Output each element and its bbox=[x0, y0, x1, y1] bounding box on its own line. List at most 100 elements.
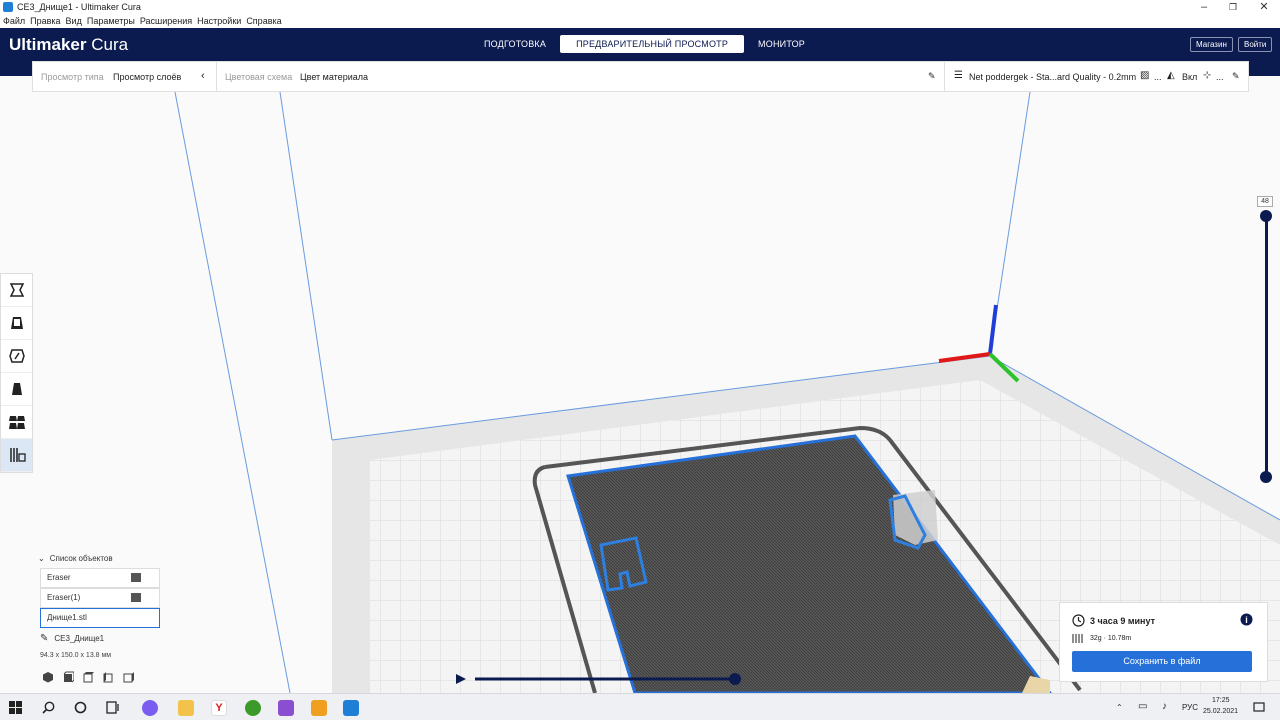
model-dimensions: 94.3 x 150.0 x 13.8 мм bbox=[40, 652, 112, 659]
layer-slider-bottom-handle[interactable] bbox=[1260, 471, 1272, 483]
simulation-controls bbox=[456, 673, 741, 685]
front-view-icon[interactable] bbox=[62, 671, 74, 683]
profile-list-icon: ☰ bbox=[954, 70, 963, 81]
notifications-icon[interactable] bbox=[1253, 702, 1265, 713]
camera-view-buttons bbox=[42, 671, 134, 683]
list-item[interactable]: Eraser(1) bbox=[40, 588, 160, 608]
mirror-tool-button[interactable] bbox=[1, 373, 32, 406]
path-slider-track[interactable] bbox=[475, 677, 737, 681]
menu-preferences[interactable]: Настройки bbox=[197, 14, 241, 28]
print-profile-selector[interactable]: Net poddergek - Sta...ard Quality - 0.2m… bbox=[969, 72, 1136, 82]
play-icon[interactable] bbox=[456, 674, 466, 684]
edit-pencil-icon[interactable]: ✎ bbox=[40, 633, 48, 644]
support-blocker-button[interactable] bbox=[1, 439, 32, 472]
move-tool-button[interactable] bbox=[1, 274, 32, 307]
network-icon[interactable]: ▭ bbox=[1138, 701, 1147, 712]
tab-prepare[interactable]: ПОДГОТОВКА bbox=[470, 35, 560, 53]
sign-in-button[interactable]: Войти bbox=[1238, 37, 1273, 52]
layer-slider-top-handle[interactable] bbox=[1260, 210, 1272, 222]
print-summary-panel: 3 часа 9 минут i 32g · 10.78m Сохранить … bbox=[1059, 602, 1268, 682]
support-blocker-mesh-icon bbox=[131, 593, 141, 602]
adhesion-value: ... bbox=[1216, 72, 1224, 82]
close-button[interactable]: ✕ bbox=[1249, 0, 1279, 14]
support-blocker-mesh-icon bbox=[131, 573, 141, 582]
utorrent-icon[interactable] bbox=[245, 700, 261, 716]
window-title: CE3_Днище1 - Ultimaker Cura bbox=[17, 2, 141, 12]
windows-taskbar: Y ⌃ ▭ ♪ РУС 17:25 25.02.2021 bbox=[0, 693, 1280, 720]
print-time: 3 часа 9 минут bbox=[1090, 616, 1156, 626]
yandex-browser-icon[interactable]: Y bbox=[211, 700, 227, 716]
move-icon bbox=[9, 283, 24, 297]
info-icon[interactable]: i bbox=[1240, 613, 1253, 626]
messenger-icon[interactable] bbox=[278, 700, 294, 716]
tab-preview[interactable]: ПРЕДВАРИТЕЛЬНЫЙ ПРОСМОТР bbox=[560, 35, 745, 53]
clock-time[interactable]: 17:25 bbox=[1212, 697, 1230, 704]
stage-tabs: ПОДГОТОВКА ПРЕДВАРИТЕЛЬНЫЙ ПРОСМОТР МОНИ… bbox=[470, 35, 819, 53]
clock-icon bbox=[1072, 614, 1085, 627]
per-model-settings-icon bbox=[8, 416, 25, 429]
rotate-tool-button[interactable] bbox=[1, 340, 32, 373]
right-view-icon[interactable] bbox=[122, 671, 134, 683]
menu-extensions[interactable]: Расширения bbox=[140, 14, 192, 28]
minimize-button[interactable]: – bbox=[1189, 0, 1219, 14]
z-axis-indicator bbox=[988, 304, 998, 355]
material-usage: 32g · 10.78m bbox=[1090, 635, 1132, 642]
list-item[interactable]: Eraser bbox=[40, 568, 160, 588]
menu-view[interactable]: Вид bbox=[66, 14, 82, 28]
menu-bar: Файл Правка Вид Параметры Расширения Нас… bbox=[0, 14, 1280, 28]
chevron-down-icon: ⌄ bbox=[38, 554, 45, 563]
build-volume-edge bbox=[279, 92, 333, 441]
per-model-settings-button[interactable] bbox=[1, 406, 32, 439]
build-volume-edge bbox=[174, 92, 291, 693]
clock-date[interactable]: 25.02.2021 bbox=[1203, 708, 1238, 715]
svg-text:i: i bbox=[1245, 615, 1248, 625]
rotate-icon bbox=[8, 349, 25, 363]
save-to-file-button[interactable]: Сохранить в файл bbox=[1072, 651, 1252, 672]
object-list-header[interactable]: ⌄ Список объектов bbox=[38, 554, 113, 563]
task-view-icon[interactable] bbox=[106, 701, 120, 714]
current-layer-label[interactable]: 48 bbox=[1257, 196, 1273, 207]
path-slider-handle[interactable] bbox=[729, 673, 741, 685]
cura-taskbar-icon[interactable] bbox=[343, 700, 359, 716]
support-blocker-icon bbox=[9, 448, 26, 462]
color-scheme-dropdown[interactable]: Цвет материала bbox=[300, 72, 368, 82]
left-view-icon[interactable] bbox=[102, 671, 114, 683]
menu-settings[interactable]: Параметры bbox=[87, 14, 135, 28]
search-icon[interactable] bbox=[42, 701, 55, 714]
3d-view-icon[interactable] bbox=[42, 671, 54, 683]
mirror-icon bbox=[11, 383, 22, 395]
adhesion-icon: ⊹ bbox=[1203, 70, 1212, 81]
volume-icon[interactable]: ♪ bbox=[1162, 701, 1167, 712]
layer-slider-track[interactable] bbox=[1265, 216, 1268, 478]
marketplace-button[interactable]: Магазин bbox=[1190, 37, 1233, 52]
ultimaker-cura-logo: Ultimaker Cura bbox=[9, 35, 129, 54]
edit-pencil-icon[interactable]: ✎ bbox=[928, 71, 936, 82]
chevron-left-icon[interactable]: ‹ bbox=[201, 70, 205, 82]
material-spool-icon bbox=[1072, 634, 1083, 643]
color-scheme-label: Цветовая схема bbox=[225, 72, 293, 82]
cortana-icon[interactable] bbox=[74, 701, 87, 714]
language-indicator[interactable]: РУС bbox=[1182, 703, 1198, 712]
alice-assistant-icon[interactable] bbox=[142, 700, 158, 716]
infill-value: ... bbox=[1154, 72, 1162, 82]
menu-file[interactable]: Файл bbox=[3, 14, 25, 28]
app-window: { "window": { "title": "CE3_Днище1 - Ult… bbox=[0, 0, 1280, 720]
edit-pencil-icon[interactable]: ✎ bbox=[1232, 71, 1240, 82]
maximize-button[interactable]: ❐ bbox=[1218, 0, 1248, 14]
job-name-row[interactable]: ✎ CE3_Днище1 bbox=[40, 633, 104, 644]
file-explorer-icon[interactable] bbox=[178, 700, 194, 716]
windows-start-icon[interactable] bbox=[9, 701, 22, 714]
menu-help[interactable]: Справка bbox=[246, 14, 281, 28]
menu-edit[interactable]: Правка bbox=[30, 14, 60, 28]
tab-monitor[interactable]: МОНИТОР bbox=[744, 35, 819, 53]
view-type-label: Просмотр типа bbox=[41, 72, 104, 82]
office-app-icon[interactable] bbox=[311, 700, 327, 716]
window-titlebar: CE3_Днище1 - Ultimaker Cura – ❐ ✕ bbox=[0, 0, 1280, 14]
scale-icon bbox=[10, 317, 23, 329]
scale-tool-button[interactable] bbox=[1, 307, 32, 340]
list-item[interactable]: Днище1.stl bbox=[40, 608, 160, 628]
top-view-icon[interactable] bbox=[82, 671, 94, 683]
left-toolbar bbox=[0, 273, 33, 473]
tray-chevron-up-icon[interactable]: ⌃ bbox=[1116, 703, 1123, 712]
view-type-dropdown[interactable]: Просмотр слоёв bbox=[113, 72, 181, 82]
